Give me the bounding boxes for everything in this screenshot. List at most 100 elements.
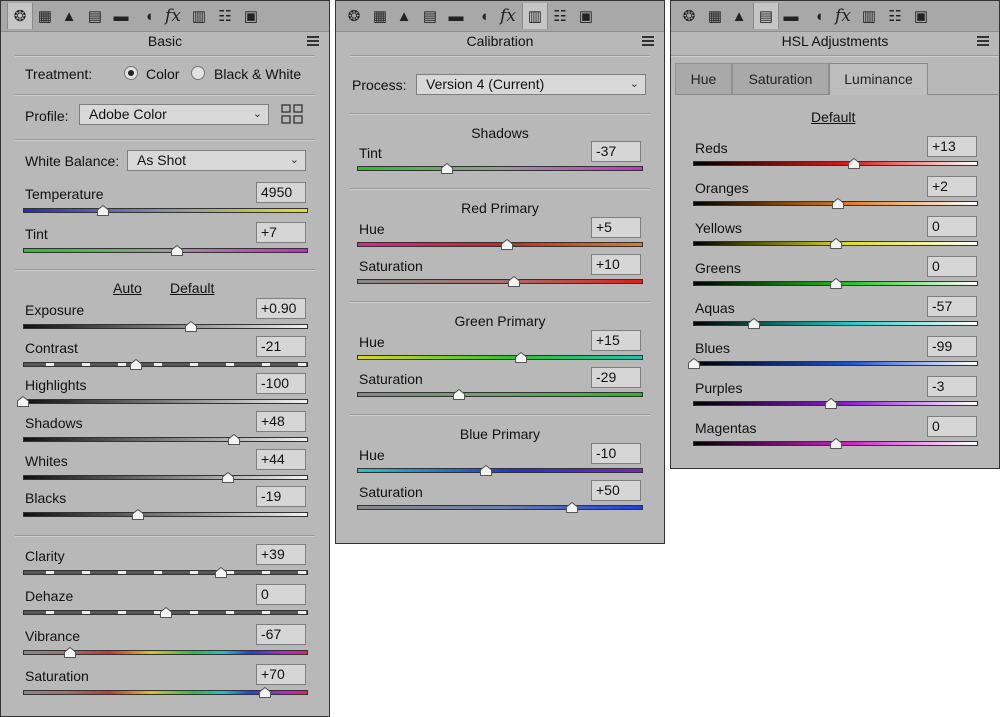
hsl-reds-slider-thumb[interactable] xyxy=(848,158,861,169)
filmstrip-icon[interactable]: ▥ xyxy=(522,3,548,29)
sliders-icon[interactable]: ☷ xyxy=(213,3,237,29)
cal-red-hue-slider-thumb[interactable] xyxy=(501,239,514,250)
hsl-magentas-value-field[interactable]: 0 xyxy=(927,416,977,437)
cal-blue-saturation-slider-thumb[interactable] xyxy=(565,502,578,513)
hsl-blues-value-field[interactable]: -99 xyxy=(927,336,977,357)
hsl-aquas-value-field[interactable]: -57 xyxy=(927,296,977,317)
split-icon[interactable]: ▤ xyxy=(418,3,442,29)
hsl-oranges-value-field[interactable]: +2 xyxy=(927,176,977,197)
cal-green-hue-slider-track[interactable] xyxy=(357,355,643,360)
hsl-reds-value-field[interactable]: +13 xyxy=(927,136,977,157)
white-balance-dropdown[interactable]: As Shot ⌄ xyxy=(127,150,306,171)
mountain-icon[interactable]: ▲ xyxy=(57,3,81,29)
basic-contrast-slider-track[interactable] xyxy=(23,362,308,367)
panel-menu-icon[interactable] xyxy=(977,36,989,46)
cal-shadows-tint-slider-track[interactable] xyxy=(357,166,643,171)
basic-whites-value-field[interactable]: +44 xyxy=(256,449,306,470)
cal-red-hue-slider-track[interactable] xyxy=(357,242,643,247)
filmstrip-icon[interactable]: ▥ xyxy=(857,3,881,29)
basic-exposure-slider-track[interactable] xyxy=(23,324,308,329)
split-icon[interactable]: ▤ xyxy=(83,3,107,29)
treatment-bw-radio[interactable] xyxy=(191,66,205,80)
presets-icon[interactable]: ▣ xyxy=(239,3,263,29)
process-dropdown[interactable]: Version 4 (Current) ⌄ xyxy=(416,74,646,95)
fx-icon[interactable]: fx xyxy=(831,3,855,29)
grid-icon[interactable]: ▦ xyxy=(368,3,392,29)
default-link[interactable]: Default xyxy=(170,280,214,296)
treatment-color-label[interactable]: Color xyxy=(146,66,179,82)
hsl-reds-slider-track[interactable] xyxy=(693,161,978,166)
basic-temperature-value-field[interactable]: 4950 xyxy=(256,182,306,203)
presets-icon[interactable]: ▣ xyxy=(574,3,598,29)
sliders-icon[interactable]: ☷ xyxy=(548,3,572,29)
hsl-blues-slider-thumb[interactable] xyxy=(688,358,701,369)
cal-red-saturation-value-field[interactable]: +10 xyxy=(591,254,641,275)
cal-blue-saturation-value-field[interactable]: +50 xyxy=(591,480,641,501)
cal-green-saturation-value-field[interactable]: -29 xyxy=(591,367,641,388)
minus-icon[interactable]: ▬ xyxy=(109,3,133,29)
basic-contrast-slider-thumb[interactable] xyxy=(129,359,142,370)
basic-exposure-slider-thumb[interactable] xyxy=(185,321,198,332)
profile-dropdown[interactable]: Adobe Color ⌄ xyxy=(79,104,269,125)
tab-saturation[interactable]: Saturation xyxy=(732,63,829,95)
cal-blue-hue-slider-thumb[interactable] xyxy=(479,465,492,476)
cal-red-hue-value-field[interactable]: +5 xyxy=(591,217,641,238)
panel-menu-icon[interactable] xyxy=(642,36,654,46)
presets-icon[interactable]: ▣ xyxy=(909,3,933,29)
basic-temperature-slider-track[interactable] xyxy=(23,208,308,213)
hsl-purples-slider-thumb[interactable] xyxy=(825,398,838,409)
basic-whites-slider-thumb[interactable] xyxy=(222,472,235,483)
cal-green-hue-slider-thumb[interactable] xyxy=(515,352,528,363)
aperture-icon[interactable]: ❂ xyxy=(7,3,33,29)
hsl-yellows-value-field[interactable]: 0 xyxy=(927,216,977,237)
cal-blue-hue-value-field[interactable]: -10 xyxy=(591,443,641,464)
basic-dehaze-value-field[interactable]: 0 xyxy=(256,584,306,605)
basic-dehaze-slider-thumb[interactable] xyxy=(159,607,172,618)
hsl-magentas-slider-thumb[interactable] xyxy=(829,438,842,449)
cal-green-saturation-slider-track[interactable] xyxy=(357,392,643,397)
minus-icon[interactable]: ▬ xyxy=(779,3,803,29)
hsl-oranges-slider-thumb[interactable] xyxy=(832,198,845,209)
profile-browser-icon[interactable] xyxy=(281,104,303,124)
fx-icon[interactable]: fx xyxy=(161,3,185,29)
lens-icon[interactable]: ◖ xyxy=(807,3,831,29)
hsl-aquas-slider-thumb[interactable] xyxy=(748,318,761,329)
basic-highlights-slider-track[interactable] xyxy=(23,399,308,404)
basic-shadows-value-field[interactable]: +48 xyxy=(256,411,306,432)
mountain-icon[interactable]: ▲ xyxy=(392,3,416,29)
hsl-yellows-slider-thumb[interactable] xyxy=(829,238,842,249)
basic-saturation-value-field[interactable]: +70 xyxy=(256,664,306,685)
panel-menu-icon[interactable] xyxy=(307,36,319,46)
basic-clarity-slider-track[interactable] xyxy=(23,570,308,575)
basic-temperature-slider-thumb[interactable] xyxy=(96,205,109,216)
basic-vibrance-value-field[interactable]: -67 xyxy=(256,624,306,645)
basic-tint-slider-thumb[interactable] xyxy=(170,245,183,256)
aperture-icon[interactable]: ❂ xyxy=(342,3,366,29)
split-icon[interactable]: ▤ xyxy=(753,3,779,29)
fx-icon[interactable]: fx xyxy=(496,3,520,29)
mountain-icon[interactable]: ▲ xyxy=(727,3,751,29)
aperture-icon[interactable]: ❂ xyxy=(677,3,701,29)
basic-clarity-slider-thumb[interactable] xyxy=(215,567,228,578)
basic-blacks-slider-thumb[interactable] xyxy=(132,509,145,520)
cal-red-saturation-slider-track[interactable] xyxy=(357,279,643,284)
treatment-bw-label[interactable]: Black & White xyxy=(214,66,301,82)
cal-blue-saturation-slider-track[interactable] xyxy=(357,505,643,510)
cal-shadows-tint-value-field[interactable]: -37 xyxy=(591,141,641,162)
basic-shadows-slider-thumb[interactable] xyxy=(227,434,240,445)
basic-blacks-value-field[interactable]: -19 xyxy=(256,486,306,507)
hsl-aquas-slider-track[interactable] xyxy=(693,321,978,326)
basic-saturation-slider-thumb[interactable] xyxy=(259,687,272,698)
treatment-color-radio[interactable] xyxy=(124,66,138,80)
basic-highlights-slider-thumb[interactable] xyxy=(17,396,29,407)
basic-contrast-value-field[interactable]: -21 xyxy=(256,336,306,357)
cal-red-saturation-slider-thumb[interactable] xyxy=(508,276,521,287)
cal-green-hue-value-field[interactable]: +15 xyxy=(591,330,641,351)
lens-icon[interactable]: ◖ xyxy=(472,3,496,29)
basic-clarity-value-field[interactable]: +39 xyxy=(256,544,306,565)
basic-blacks-slider-track[interactable] xyxy=(23,512,308,517)
hsl-greens-slider-thumb[interactable] xyxy=(829,278,842,289)
default-link[interactable]: Default xyxy=(811,109,855,125)
sliders-icon[interactable]: ☷ xyxy=(883,3,907,29)
hsl-greens-value-field[interactable]: 0 xyxy=(927,256,977,277)
